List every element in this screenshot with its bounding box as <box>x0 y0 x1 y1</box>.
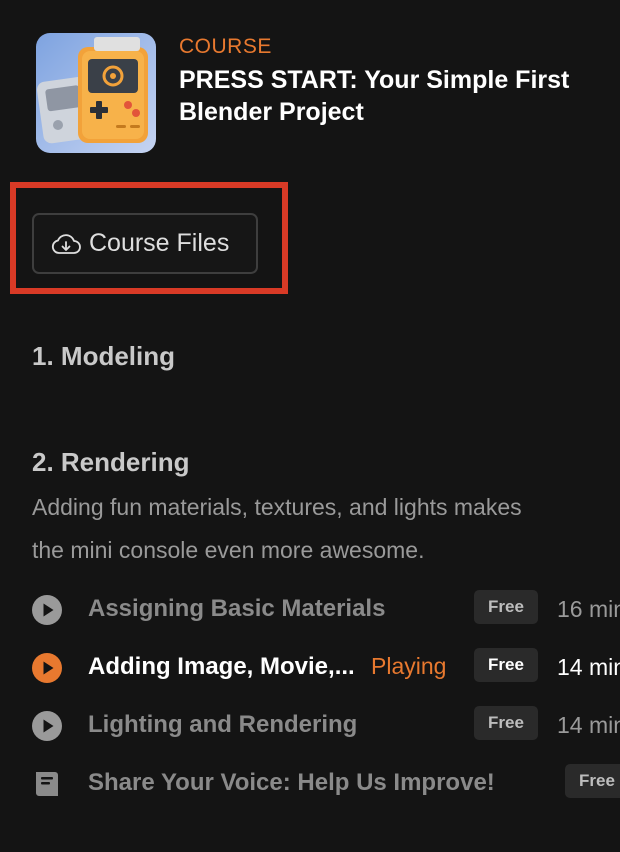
section-title-modeling[interactable]: 1. Modeling <box>32 341 175 372</box>
lesson-title: Lighting and Rendering <box>88 711 358 738</box>
play-circle-icon <box>31 594 63 626</box>
lesson-item-active[interactable]: Adding Image, Movie,... Playing Free 14 … <box>0 647 620 687</box>
play-circle-icon <box>31 710 63 742</box>
course-files-label: Course Files <box>89 229 230 257</box>
lesson-title: Assigning Basic Materials <box>88 595 386 622</box>
cloud-download-icon <box>51 233 81 255</box>
lesson-duration: 16 min <box>557 596 620 622</box>
course-page: COURSE PRESS START: Your Simple First Bl… <box>0 0 620 852</box>
course-type-label: COURSE <box>179 35 272 58</box>
section-description: Adding fun materials, textures, and ligh… <box>32 486 620 572</box>
lesson-item[interactable]: Assigning Basic Materials Free 16 min <box>0 589 620 629</box>
free-badge: Free <box>565 764 620 798</box>
course-title: PRESS START: Your Simple First Blender P… <box>179 66 570 126</box>
lesson-item[interactable]: Share Your Voice: Help Us Improve! Free <box>0 763 620 803</box>
course-thumbnail[interactable] <box>36 33 156 153</box>
lesson-duration: 14 min <box>557 654 620 680</box>
lesson-item[interactable]: Lighting and Rendering Free 14 min <box>0 705 620 745</box>
book-icon <box>31 768 63 800</box>
section-description-line: the mini console even more awesome. <box>32 537 425 563</box>
section-title-rendering[interactable]: 2. Rendering <box>32 447 189 478</box>
free-badge: Free <box>474 590 538 624</box>
lesson-title: Share Your Voice: Help Us Improve! <box>88 769 495 796</box>
free-badge: Free <box>474 648 538 682</box>
lesson-title: Adding Image, Movie,... <box>88 653 355 680</box>
play-circle-icon <box>31 652 63 684</box>
lesson-duration: 14 min <box>557 712 620 738</box>
free-badge: Free <box>474 706 538 740</box>
course-files-button[interactable]: Course Files <box>32 213 258 274</box>
section-description-line: Adding fun materials, textures, and ligh… <box>32 494 522 520</box>
playing-status: Playing <box>371 653 447 679</box>
